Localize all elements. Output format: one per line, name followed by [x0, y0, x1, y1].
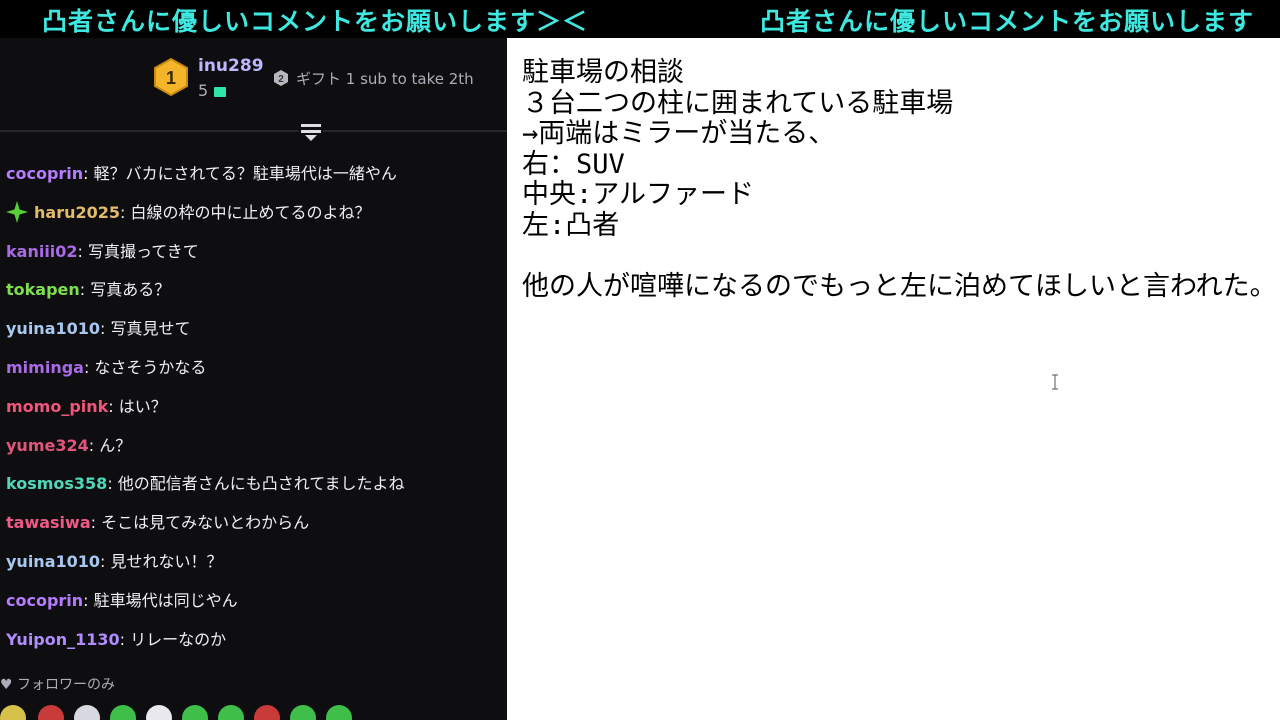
- chat-message: Yuipon_1130: リレーなのか: [6, 621, 501, 660]
- chat-panel: 1 inu289 5 2 ギフト 1 sub to take 2th cocop…: [0, 38, 507, 720]
- chat-username[interactable]: tawasiwa: [6, 513, 91, 532]
- emote-icon[interactable]: [182, 705, 208, 720]
- second-place-prompt: 2 ギフト 1 sub to take 2th: [272, 68, 474, 89]
- gift-icon: [214, 87, 227, 97]
- heart-icon: ♥: [0, 677, 13, 693]
- chat-text: : 軽？バカにされてる？駐車場代は一緒やん: [83, 164, 397, 183]
- second-place-text: ギフト 1 sub to take 2th: [296, 70, 474, 88]
- emote-icon[interactable]: [254, 705, 280, 720]
- text-cursor-icon: [1052, 374, 1058, 390]
- chat-username[interactable]: yuina1010: [6, 552, 100, 571]
- chat-message: haru2025: 白線の枠の中に止めてるのよね？: [6, 194, 501, 233]
- chat-text: : 写真見せて: [100, 319, 191, 339]
- chat-text: : 写真ある？: [79, 280, 171, 300]
- notepad-panel[interactable]: 駐車場の相談 ３台二つの柱に囲まれている駐車場 →両端はミラーが当たる、 右：S…: [507, 38, 1280, 720]
- note-line: 右：SUV: [522, 148, 625, 180]
- sparkle-badge-icon: [6, 200, 28, 223]
- chat-message-list: cocoprin: 軽？バカにされてる？駐車場代は一緒やん haru2025: …: [6, 155, 501, 659]
- chat-message: yume324: ん？: [6, 427, 501, 466]
- silver-hexagon-badge-icon: 2: [274, 70, 288, 86]
- chat-text: : 白線の枠の中に止めてるのよね？: [120, 202, 371, 222]
- note-line: 中央:アルファード: [522, 179, 754, 210]
- chat-username[interactable]: kaniii02: [6, 242, 78, 261]
- note-line: ３台二つの柱に囲まれている駐車場: [522, 87, 954, 119]
- chat-text: : リレーなのか: [119, 629, 227, 649]
- emote-icon[interactable]: [0, 705, 26, 720]
- emote-icon[interactable]: [74, 705, 100, 720]
- followers-only-indicator: ♥ フォロワーのみ: [0, 674, 115, 694]
- chat-message: kosmos358: 他の配信者さんにも凸されてましたよね: [6, 465, 501, 504]
- chat-username[interactable]: yuina1010: [6, 319, 100, 338]
- chat-text: : 駐車場代は同じやん: [83, 590, 238, 610]
- ticker-banner: 凸者さんに優しいコメントをお願いします＞＜ 凸者さんに優しいコメントをお願いしま…: [0, 0, 1280, 38]
- chat-username[interactable]: yume324: [6, 436, 89, 455]
- emote-icon[interactable]: [110, 705, 136, 720]
- gold-hexagon-badge-icon: 1: [154, 58, 188, 96]
- chat-text: : そこは見てみないとわからん: [90, 513, 310, 533]
- leader-username[interactable]: inu289: [198, 56, 264, 76]
- chat-text: : ん？: [88, 435, 132, 455]
- note-line: 左:凸者: [522, 209, 620, 241]
- ticker-text-repeat: 凸者さんに優しいコメントをお願いします: [760, 7, 1255, 36]
- emote-icon[interactable]: [290, 705, 316, 720]
- chat-username[interactable]: kosmos358: [6, 474, 107, 493]
- emote-icon[interactable]: [326, 705, 352, 720]
- chat-username[interactable]: haru2025: [34, 203, 120, 222]
- chat-text: : 他の配信者さんにも凸されてましたよね: [107, 474, 405, 494]
- leader-gift-count: 5: [198, 81, 227, 100]
- chat-username[interactable]: momo_pink: [6, 397, 108, 416]
- chat-text: : 見せれない！？: [100, 551, 223, 571]
- followers-only-label: フォロワーのみ: [17, 677, 116, 693]
- emote-icon[interactable]: [38, 705, 64, 720]
- ticker-text: 凸者さんに優しいコメントをお願いします＞＜: [42, 7, 589, 36]
- chat-username[interactable]: cocoprin: [6, 591, 83, 610]
- chat-message: tawasiwa: そこは見てみないとわからん: [6, 504, 501, 543]
- chat-message: cocoprin: 駐車場代は同じやん: [6, 582, 501, 621]
- chat-message: miminga: なさそうかなる: [6, 349, 501, 388]
- rank-1-number: 1: [166, 68, 176, 88]
- note-line: [522, 241, 1277, 272]
- chat-message: kaniii02: 写真撮ってきて: [6, 233, 501, 272]
- chat-username[interactable]: miminga: [6, 358, 84, 377]
- leaderboard-divider: [0, 130, 507, 132]
- chat-text: : はい？: [108, 396, 167, 416]
- leader-count-value: 5: [198, 81, 209, 100]
- chat-message: yuina1010: 写真見せて: [6, 310, 501, 349]
- chat-message: momo_pink: はい？: [6, 388, 501, 427]
- rank-2-number: 2: [278, 74, 284, 85]
- note-line: 他の人が喧嘩になるのでもっと左に泊めてほしいと言われた。: [522, 270, 1277, 302]
- chat-text: : なさそうかなる: [83, 357, 207, 377]
- collapse-arrow-icon[interactable]: [299, 122, 323, 142]
- chat-username[interactable]: cocoprin: [6, 164, 83, 183]
- emote-bar: [0, 703, 507, 720]
- emote-icon[interactable]: [146, 705, 172, 720]
- chat-text: : 写真撮ってきて: [77, 241, 199, 261]
- emote-icon[interactable]: [218, 705, 244, 720]
- chat-message: tokapen: 写真ある？: [6, 271, 501, 310]
- chat-message: cocoprin: 軽？バカにされてる？駐車場代は一緒やん: [6, 155, 501, 194]
- note-line: 駐車場の相談: [522, 57, 684, 88]
- chat-message: yuina1010: 見せれない！？: [6, 543, 501, 582]
- chat-username[interactable]: tokapen: [6, 280, 80, 299]
- chat-username[interactable]: Yuipon_1130: [6, 630, 120, 649]
- note-line: →両端はミラーが当たる、: [522, 118, 836, 149]
- note-text-area[interactable]: 駐車場の相談 ３台二つの柱に囲まれている駐車場 →両端はミラーが当たる、 右：S…: [522, 57, 1277, 302]
